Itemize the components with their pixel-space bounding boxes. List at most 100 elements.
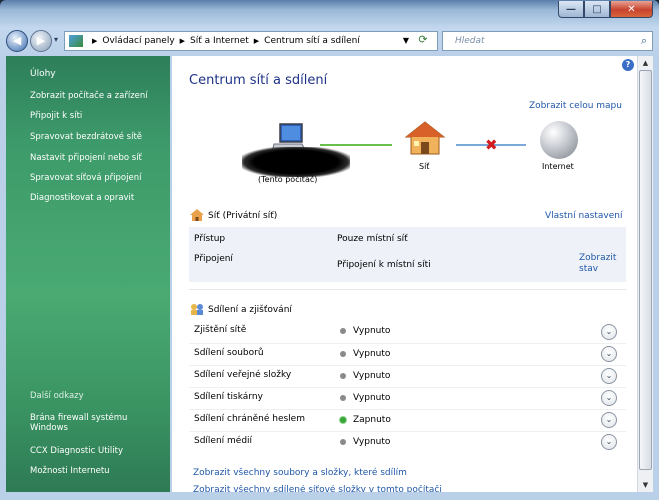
minimize-button[interactable]: — xyxy=(558,1,584,18)
sharing-heading: Sdílení a zjišťování xyxy=(208,305,292,315)
share-status-text: Vypnuto xyxy=(353,393,391,403)
internet-label: Internet xyxy=(542,162,574,171)
task-link[interactable]: Zobrazit počítače a zařízení xyxy=(30,91,148,101)
task-link[interactable]: Spravovat bezdrátové sítě xyxy=(30,132,142,142)
share-label: Sdílení chráněné heslem xyxy=(194,414,305,424)
tasks-heading: Úlohy xyxy=(30,69,56,79)
task-link[interactable]: Připojit k síti xyxy=(30,111,82,121)
scroll-thumb[interactable] xyxy=(639,70,652,470)
access-value: Pouze místní síť xyxy=(337,234,408,244)
share-status-text: Vypnuto xyxy=(353,437,391,447)
share-status: Vypnuto xyxy=(340,393,390,403)
row-divider xyxy=(189,409,626,410)
breadcrumb-separator-icon[interactable]: ▶ xyxy=(180,37,185,45)
private-network-icon xyxy=(190,209,204,221)
breadcrumb-separator-icon[interactable]: ▶ xyxy=(92,37,97,45)
status-off-icon xyxy=(340,351,346,357)
section-divider xyxy=(189,289,626,290)
breadcrumb-item[interactable]: Ovládací panely xyxy=(102,36,174,46)
internet-globe-icon[interactable] xyxy=(540,121,578,159)
navigation-bar: ◀ ▶ ▾ ▶ Ovládací panely ▶ Síť a Internet… xyxy=(0,28,659,56)
address-dropdown-icon[interactable]: ▼ xyxy=(403,36,409,45)
close-button[interactable]: ✕ xyxy=(610,1,653,18)
expand-chevron-icon[interactable]: ⌄ xyxy=(601,390,617,406)
vertical-scrollbar[interactable]: ▲ ▼ xyxy=(637,56,653,492)
share-status: Vypnuto xyxy=(340,326,390,336)
shared-files-link[interactable]: Zobrazit všechny soubory a složky, které… xyxy=(193,468,407,478)
view-full-map-link[interactable]: Zobrazit celou mapu xyxy=(529,101,622,111)
scroll-up-icon[interactable]: ▲ xyxy=(638,56,653,70)
status-off-icon xyxy=(340,395,346,401)
breadcrumb-separator-icon[interactable]: ▶ xyxy=(254,37,259,45)
network-label: Síť xyxy=(419,162,430,171)
share-status-text: Vypnuto xyxy=(353,326,391,336)
control-panel-icon xyxy=(69,35,83,47)
row-divider xyxy=(189,431,626,432)
status-on-icon xyxy=(340,417,346,423)
refresh-icon[interactable]: ⟳ xyxy=(413,33,433,46)
row-divider xyxy=(189,343,626,344)
scroll-down-icon[interactable]: ▼ xyxy=(638,478,653,492)
expand-chevron-icon[interactable]: ⌄ xyxy=(601,368,617,384)
row-divider xyxy=(189,365,626,366)
breadcrumb-item[interactable]: Síť a Internet xyxy=(190,36,249,46)
maximize-button[interactable]: □ xyxy=(584,1,610,18)
local-connection-line xyxy=(320,144,392,146)
internet-options-link[interactable]: Možnosti Internetu xyxy=(30,466,110,476)
ccx-diagnostic-link[interactable]: CCX Diagnostic Utility xyxy=(30,446,123,456)
recent-pages-dropdown[interactable]: ▾ xyxy=(54,35,58,44)
help-icon[interactable]: ? xyxy=(622,59,634,71)
task-link[interactable]: Diagnostikovat a opravit xyxy=(30,193,134,203)
search-placeholder: Hledat xyxy=(455,36,485,46)
page-title: Centrum sítí a sdílení xyxy=(189,73,328,88)
share-status-text: Vypnuto xyxy=(353,371,391,381)
share-status-text: Vypnuto xyxy=(353,349,391,359)
search-input[interactable]: Hledat ⌕ xyxy=(442,31,653,51)
task-link[interactable]: Spravovat síťová připojení xyxy=(30,173,141,183)
breadcrumb-item[interactable]: Centrum sítí a sdílení xyxy=(264,36,360,46)
search-icon[interactable]: ⌕ xyxy=(641,32,647,50)
view-status-link[interactable]: stav xyxy=(579,264,598,274)
firewall-link[interactable]: Brána firewall systému Windows xyxy=(30,413,150,433)
arrow-left-icon: ◀ xyxy=(12,34,22,47)
connection-value: Připojení k místní síti xyxy=(337,260,431,270)
arrow-right-icon: ▶ xyxy=(36,34,46,47)
share-label: Sdílení tiskárny xyxy=(194,392,263,402)
status-off-icon xyxy=(340,328,346,334)
view-status-link[interactable]: Zobrazit xyxy=(579,253,616,263)
redacted-computer-name xyxy=(242,147,350,177)
share-status-text: Zapnuto xyxy=(353,415,391,425)
share-label: Sdílení souborů xyxy=(194,348,264,358)
expand-chevron-icon[interactable]: ⌄ xyxy=(601,412,617,428)
expand-chevron-icon[interactable]: ⌄ xyxy=(601,324,617,340)
other-links-heading: Další odkazy xyxy=(30,391,84,401)
sharing-icon xyxy=(191,304,203,315)
access-label: Přístup xyxy=(194,234,226,244)
status-off-icon xyxy=(340,439,346,445)
row-divider xyxy=(189,387,626,388)
window-controls: — □ ✕ xyxy=(558,1,653,18)
share-label: Zjištění sítě xyxy=(194,325,247,335)
back-button[interactable]: ◀ xyxy=(6,30,28,52)
window: — □ ✕ ◀ ▶ ▾ ▶ Ovládací panely ▶ Síť a In… xyxy=(0,0,659,500)
connection-label: Připojení xyxy=(194,254,233,264)
network-house-icon[interactable] xyxy=(404,120,446,156)
share-status: Vypnuto xyxy=(340,371,390,381)
share-label: Sdílení médií xyxy=(194,436,253,446)
forward-button[interactable]: ▶ xyxy=(30,30,52,52)
address-bar[interactable]: ▶ Ovládací panely ▶ Síť a Internet ▶ Cen… xyxy=(64,31,438,51)
shared-folders-link[interactable]: Zobrazit všechny sdílené síťové složky v… xyxy=(193,485,442,492)
title-bar[interactable]: — □ ✕ xyxy=(0,0,659,28)
disconnected-x-icon: ✖ xyxy=(485,136,498,154)
share-status: Zapnuto xyxy=(340,415,391,425)
share-status: Vypnuto xyxy=(340,437,390,447)
expand-chevron-icon[interactable]: ⌄ xyxy=(601,346,617,362)
customize-link[interactable]: Vlastní nastavení xyxy=(545,211,622,221)
window-bottom-border xyxy=(0,492,659,500)
network-heading: Síť (Privátní síť) xyxy=(208,211,278,221)
this-computer-label: (Tento počítač) xyxy=(258,175,318,184)
expand-chevron-icon[interactable]: ⌄ xyxy=(601,434,617,450)
task-link[interactable]: Nastavit připojení nebo síť xyxy=(30,153,142,163)
share-label: Sdílení veřejné složky xyxy=(194,370,292,380)
status-off-icon xyxy=(340,373,346,379)
